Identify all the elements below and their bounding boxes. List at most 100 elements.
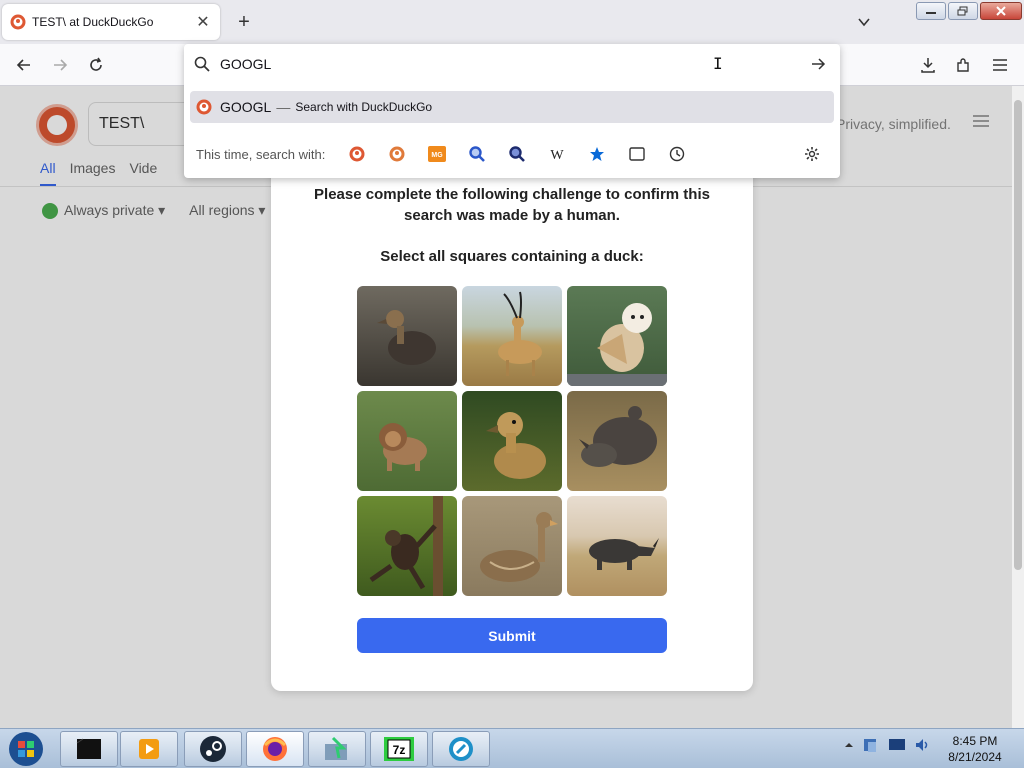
bookmarks-star-icon	[590, 147, 605, 161]
suggestion-term: GOOGL	[220, 99, 272, 115]
seven-zip-icon: 7z	[384, 737, 414, 761]
engine-duckduckgo-button[interactable]	[341, 142, 373, 166]
search-icon	[194, 56, 210, 72]
go-button[interactable]	[806, 52, 830, 76]
steam-icon	[200, 736, 226, 762]
image-tile-monkey[interactable]	[357, 496, 457, 596]
downloads-button[interactable]	[916, 53, 940, 77]
duck-image	[486, 412, 546, 479]
taskbar-firefox[interactable]	[246, 731, 304, 767]
back-arrow-icon	[16, 59, 30, 71]
duckduckgo-favicon-icon	[10, 14, 26, 30]
taskbar-browser-blue[interactable]	[432, 731, 490, 767]
duck-image	[480, 512, 558, 582]
search-engines: MG W	[341, 142, 693, 166]
history-clock-icon	[670, 146, 685, 162]
right-arrow-icon	[812, 58, 826, 70]
image-grid	[357, 286, 667, 596]
reload-icon	[90, 57, 102, 71]
suggestion-action: Search with DuckDuckGo	[295, 100, 433, 114]
taskbar-media-player[interactable]	[120, 731, 178, 767]
address-bar-dropdown: GOOGL — Search with DuckDuckGo This time…	[184, 44, 840, 178]
text-cursor-icon: I	[713, 54, 723, 73]
list-all-tabs-button[interactable]	[852, 10, 876, 34]
back-button[interactable]	[12, 53, 36, 77]
search-engine-blue-icon	[469, 146, 486, 162]
browser-titlebar: TEST\ at DuckDuckGo ✕ +	[0, 0, 1024, 44]
search-history-button[interactable]	[661, 142, 693, 166]
window-controls	[916, 2, 1022, 20]
duckduckgo-icon	[196, 99, 212, 115]
firefox-icon	[263, 737, 287, 761]
windows-taskbar: 7z 8:45 PM 8/21/2024	[0, 728, 1024, 768]
rhino-image	[579, 406, 657, 467]
close-window-button[interactable]	[980, 2, 1022, 20]
forward-arrow-icon	[54, 59, 68, 71]
image-tile-lion[interactable]	[357, 391, 457, 491]
hamburger-menu-icon	[993, 59, 1007, 71]
image-tile-gazelle[interactable]	[462, 286, 562, 386]
page-scrollbar[interactable]	[1012, 86, 1024, 728]
one-off-label: This time, search with:	[196, 146, 326, 162]
search-tabs-button[interactable]	[621, 142, 653, 166]
app-menu-button[interactable]	[988, 53, 1012, 77]
duckduckgo-icon	[349, 146, 365, 162]
terminal-icon	[76, 738, 101, 759]
clock-date: 8/21/2024	[948, 750, 1002, 764]
compass-browser-icon	[449, 737, 473, 761]
forward-button[interactable]	[48, 53, 72, 77]
mg-icon: MG	[428, 146, 447, 162]
engine-wikipedia-button[interactable]: W	[541, 142, 573, 166]
network-icon[interactable]	[862, 737, 880, 753]
duck-image	[377, 310, 436, 365]
puzzle-piece-icon	[957, 58, 969, 72]
address-bar	[184, 44, 840, 84]
engine-search-dark-button[interactable]	[501, 142, 533, 166]
media-player-icon	[139, 739, 159, 759]
suggestion-separator: —	[276, 99, 291, 115]
image-tile-owl[interactable]	[567, 286, 667, 386]
tab-title: TEST\ at DuckDuckGo	[32, 15, 154, 29]
system-clock[interactable]: 8:45 PM 8/21/2024	[940, 733, 1010, 765]
scrollbar-thumb[interactable]	[1014, 100, 1022, 570]
system-tray	[844, 737, 932, 753]
owl-image	[567, 303, 667, 386]
browser-tab[interactable]: TEST\ at DuckDuckGo ✕	[2, 4, 220, 40]
clock-time: 8:45 PM	[952, 734, 998, 748]
volume-icon[interactable]	[914, 737, 932, 753]
engine-duckduckgo-alt-button[interactable]	[381, 142, 413, 166]
image-tile-duck[interactable]	[462, 496, 562, 596]
captcha-challenge-dialog: Please complete the following challenge …	[271, 160, 753, 691]
show-hidden-icons-icon[interactable]	[844, 740, 854, 750]
engine-search-blue-button[interactable]	[461, 142, 493, 166]
new-tab-button[interactable]: +	[232, 10, 256, 34]
reload-button[interactable]	[84, 53, 108, 77]
taskbar-installer[interactable]	[308, 731, 366, 767]
submit-button[interactable]: Submit	[357, 618, 667, 653]
engine-mg-button[interactable]: MG	[421, 142, 453, 166]
tabs-icon	[629, 147, 646, 161]
challenge-prompt: Select all squares containing a duck:	[380, 248, 644, 265]
image-tile-duck[interactable]	[357, 286, 457, 386]
search-bookmarks-button[interactable]	[581, 142, 613, 166]
search-settings-button[interactable]	[796, 142, 828, 166]
image-tile-rhino[interactable]	[567, 391, 667, 491]
search-suggestion[interactable]: GOOGL — Search with DuckDuckGo	[190, 91, 834, 123]
restore-button[interactable]	[948, 2, 978, 20]
lion-image	[379, 423, 427, 471]
one-off-search-bar: This time, search with: MG W	[196, 142, 828, 166]
svg-text:W: W	[551, 148, 565, 162]
taskbar-7zip[interactable]: 7z	[370, 731, 428, 767]
search-engine-dark-icon	[509, 146, 526, 162]
image-tile-duck[interactable]	[462, 391, 562, 491]
display-icon[interactable]	[888, 737, 906, 753]
taskbar-steam[interactable]	[184, 731, 242, 767]
monkey-image	[369, 496, 443, 596]
close-tab-button[interactable]: ✕	[194, 13, 212, 31]
taskbar-terminal[interactable]	[60, 731, 118, 767]
image-tile-rhino[interactable]	[567, 496, 667, 596]
minimize-button[interactable]	[916, 2, 946, 20]
extensions-button[interactable]	[952, 53, 976, 77]
rhino-image	[589, 538, 659, 570]
start-button[interactable]	[6, 731, 46, 767]
